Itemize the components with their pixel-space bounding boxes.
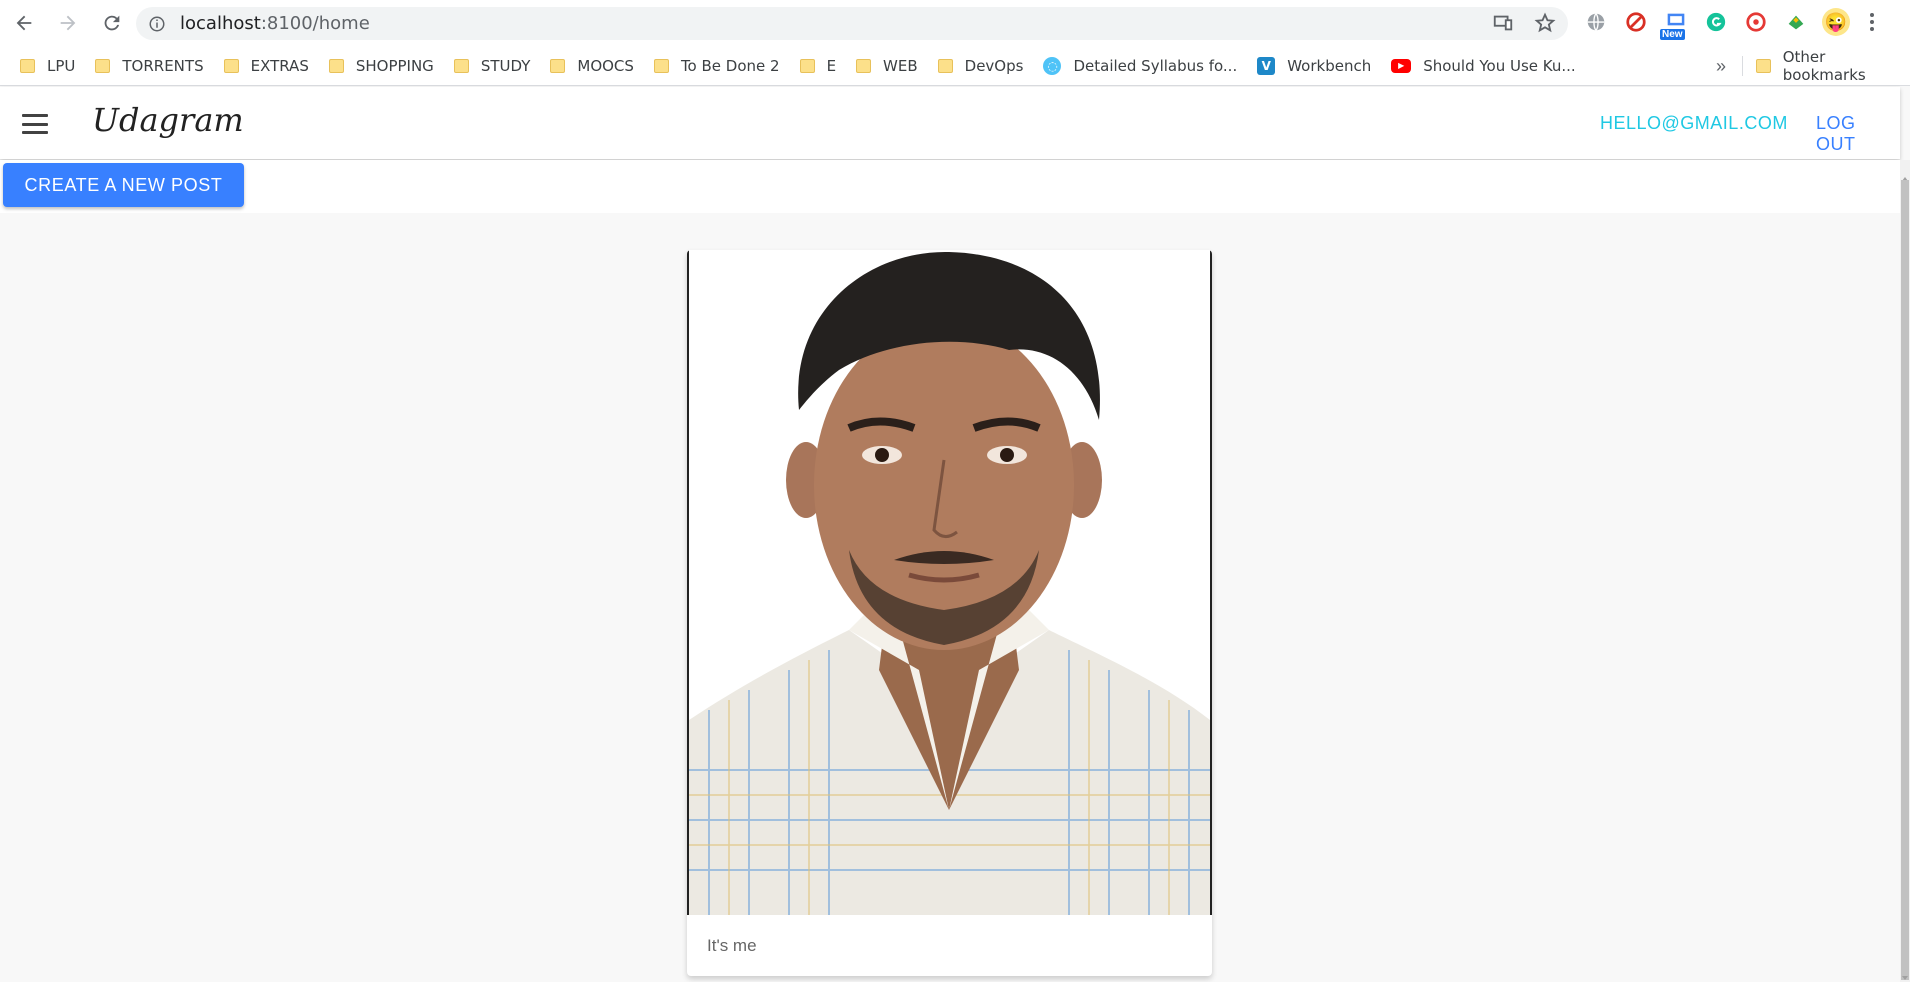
menu-icon[interactable] <box>22 114 48 134</box>
arrow-left-icon <box>16 15 32 31</box>
folder-icon <box>856 58 872 73</box>
workbench-icon: V <box>1257 56 1276 75</box>
folder-icon <box>799 58 815 73</box>
page-scrollbar[interactable] <box>1900 160 1910 982</box>
logout-link[interactable]: LOG OUT <box>1816 113 1900 155</box>
bookmark-youtube[interactable]: ▶ Should You Use Ku... <box>1391 57 1576 75</box>
bookmark-study[interactable]: STUDY <box>453 57 530 75</box>
red-extension[interactable] <box>1742 8 1770 36</box>
extensions-area: New 😜 <box>1582 8 1882 40</box>
scroll-thumb[interactable] <box>1901 180 1909 980</box>
bookmark-workbench[interactable]: V Workbench <box>1257 56 1371 75</box>
map-icon <box>1788 15 1804 30</box>
folder-icon <box>223 58 239 73</box>
star-icon[interactable] <box>1534 12 1556 34</box>
other-bookmarks[interactable]: Other bookmarks <box>1756 46 1910 86</box>
bookmark-web[interactable]: WEB <box>856 57 918 75</box>
bookmarks-overflow-button[interactable]: » <box>1716 46 1726 86</box>
bookmark-lpu[interactable]: LPU <box>20 57 75 75</box>
main-content: CREATE A NEW POST It's me <box>0 160 1900 982</box>
create-post-button[interactable]: CREATE A NEW POST <box>3 163 244 207</box>
swirl-icon: ◌ <box>1043 56 1062 75</box>
cast-icon[interactable] <box>1492 12 1514 34</box>
folder-icon <box>937 58 953 73</box>
bookmarks-divider <box>1742 56 1743 76</box>
reload-icon <box>104 15 120 31</box>
app-logo: Udagram <box>92 101 244 139</box>
profile-avatar[interactable]: 😜 <box>1822 8 1850 36</box>
block-icon <box>1626 12 1646 32</box>
map-extension[interactable] <box>1782 8 1810 36</box>
globe-extension[interactable] <box>1582 8 1610 36</box>
bookmark-shopping[interactable]: SHOPPING <box>328 57 434 75</box>
arrow-right-icon <box>60 15 76 31</box>
bookmark-extras[interactable]: EXTRAS <box>223 57 309 75</box>
app-header: Udagram HELLO@GMAIL.COM LOG OUT <box>0 87 1900 159</box>
folder-icon <box>1756 59 1771 73</box>
folder-icon <box>328 58 344 73</box>
create-post-bar: CREATE A NEW POST <box>0 160 1900 213</box>
forward-button[interactable] <box>48 3 88 43</box>
folder-icon <box>453 58 469 73</box>
new-extension[interactable]: New <box>1660 8 1690 40</box>
back-button[interactable] <box>4 3 44 43</box>
bookmark-to-be-done-2[interactable]: To Be Done 2 <box>653 57 780 75</box>
folder-icon <box>550 58 566 73</box>
bookmark-detailed-syllabus[interactable]: ◌ Detailed Syllabus fo... <box>1043 56 1237 75</box>
folder-icon <box>20 58 35 73</box>
face-icon: 😜 <box>1824 11 1848 32</box>
globe-icon <box>1587 13 1605 31</box>
browser-menu-button[interactable] <box>1862 8 1882 36</box>
folder-icon <box>653 58 669 73</box>
address-bar[interactable]: localhost:8100/home <box>136 7 1568 40</box>
post-card: It's me <box>687 250 1212 976</box>
post-photo <box>687 250 1212 915</box>
url-text: localhost:8100/home <box>180 13 370 34</box>
user-email-link[interactable]: HELLO@GMAIL.COM <box>1600 113 1788 134</box>
bookmark-moocs[interactable]: MOOCS <box>550 57 634 75</box>
reload-button[interactable] <box>92 3 132 43</box>
bookmark-devops[interactable]: DevOps <box>937 57 1023 75</box>
portrait-photo <box>689 250 1210 915</box>
bookmark-torrents[interactable]: TORRENTS <box>95 57 204 75</box>
block-extension[interactable] <box>1622 8 1650 36</box>
scroll-down-arrow[interactable] <box>1902 976 1908 980</box>
bookmarks-bar: LPU TORRENTS EXTRAS SHOPPING STUDY MOOCS… <box>0 46 1910 86</box>
grammarly-extension[interactable] <box>1702 8 1730 36</box>
post-caption: It's me <box>707 936 757 955</box>
info-icon[interactable] <box>148 15 166 33</box>
folder-icon <box>95 58 111 73</box>
grammarly-icon <box>1706 12 1726 32</box>
youtube-icon: ▶ <box>1391 58 1412 73</box>
browser-toolbar: localhost:8100/home New 😜 <box>0 0 1910 46</box>
target-icon <box>1746 12 1766 32</box>
bookmark-e[interactable]: E <box>799 57 836 75</box>
new-badge: New <box>1660 29 1685 40</box>
